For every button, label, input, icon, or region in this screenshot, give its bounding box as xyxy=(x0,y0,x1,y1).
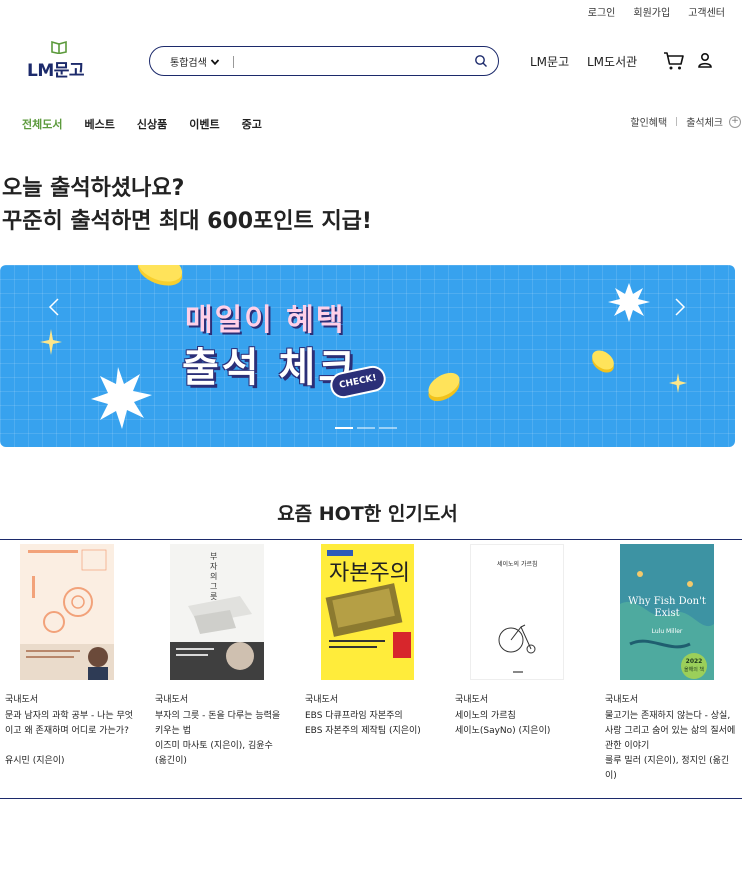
headline-line-1: 오늘 출석하셨나요? xyxy=(2,176,185,201)
book-category: 국내도서 xyxy=(605,695,639,705)
divider xyxy=(0,798,742,799)
cart-icon[interactable] xyxy=(663,51,685,71)
slide-indicators xyxy=(335,427,397,429)
search-category-label: 통합검색 xyxy=(170,58,207,69)
site-logo[interactable]: LM문고 xyxy=(27,40,97,81)
prev-arrow-icon[interactable] xyxy=(44,295,64,319)
user-icon[interactable] xyxy=(697,52,713,68)
page-headline: 오늘 출석하셨나요? 꾸준히 출석하면 최대 600포인트 지급! xyxy=(2,172,372,238)
header-link-lm-library[interactable]: LM도서관 xyxy=(587,53,637,70)
book-author: 세이노(SayNo) (지은이) xyxy=(455,726,551,736)
book-author: 룰루 밀러 (지은이), 정지인 (옮긴이) xyxy=(605,756,730,781)
attendance-check-link[interactable]: 출석체크 xyxy=(686,114,723,129)
sub-nav: 할인혜택 출석체크 + xyxy=(630,114,741,129)
logo-text: LM문고 xyxy=(27,61,85,81)
book-cover-badge: 올해의 책 xyxy=(684,667,704,673)
nav-event[interactable]: 이벤트 xyxy=(189,116,219,132)
divider xyxy=(676,117,678,126)
slide-dot[interactable] xyxy=(357,427,375,429)
next-arrow-icon[interactable] xyxy=(670,295,690,319)
book-author: 이즈미 마사토 (지은이), 김윤수 (옮긴이) xyxy=(155,741,273,766)
search-category-select[interactable]: 통합검색 xyxy=(170,54,220,69)
book-cover[interactable]: 부자의 그릇 xyxy=(170,544,264,680)
book-cover-art xyxy=(20,544,114,680)
divider xyxy=(0,539,742,540)
book-category: 국내도서 xyxy=(155,695,189,705)
nav-best[interactable]: 베스트 xyxy=(84,116,114,132)
banner-illustration xyxy=(40,265,687,429)
discount-benefit-link[interactable]: 할인혜택 xyxy=(630,114,667,129)
customer-center-link[interactable]: 고객센터 xyxy=(688,4,725,19)
book-cover-badge-year: 2022 xyxy=(685,658,703,665)
login-link[interactable]: 로그인 xyxy=(588,4,616,19)
book-cover[interactable]: 세이노의 가르침 xyxy=(470,544,564,680)
book-category: 국내도서 xyxy=(305,695,339,705)
search-bar: 통합검색 xyxy=(149,46,499,76)
nav-new[interactable]: 신상품 xyxy=(137,116,167,132)
slide-dot[interactable] xyxy=(379,427,397,429)
book-cover[interactable]: Why Fish Don't Exist Lulu Miller 2022 올해… xyxy=(620,544,714,680)
category-nav: 전체도서 베스트 신상품 이벤트 중고 xyxy=(22,116,262,132)
section-title: 요즘 HOT한 인기도서 xyxy=(277,503,458,525)
plus-icon[interactable]: + xyxy=(729,115,741,128)
search-input[interactable] xyxy=(238,52,468,70)
book-cover[interactable] xyxy=(20,544,114,680)
book-author: 유시민 (지은이) xyxy=(5,756,65,766)
book-logo-icon xyxy=(51,40,67,54)
book-cover-title: Why Fish Don't Exist xyxy=(628,596,706,619)
book-cover-title: 세이노의 가르침 xyxy=(497,561,538,568)
book-title[interactable]: 물고기는 존재하지 않는다 - 상실, 사랑 그리고 숨어 있는 삶의 질서에 … xyxy=(605,709,737,754)
book-title[interactable]: EBS 다큐프라임 자본주의 xyxy=(305,709,437,724)
utility-links: 로그인 회원가입 고객센터 xyxy=(588,4,725,19)
book-title[interactable]: 문과 남자의 과학 공부 - 나는 무엇이고 왜 존재하며 어디로 가는가? xyxy=(5,709,137,739)
book-category: 국내도서 xyxy=(455,695,489,705)
banner-title-line-1: 매일이 혜택 xyxy=(185,303,346,338)
book-author: EBS 자본주의 제작팀 (지은이) xyxy=(305,726,421,736)
book-title[interactable]: 부자의 그릇 - 돈을 다루는 능력을 키우는 법 xyxy=(155,709,287,739)
slide-dot[interactable] xyxy=(335,427,353,429)
nav-used[interactable]: 중고 xyxy=(242,116,262,132)
book-category: 국내도서 xyxy=(5,695,39,705)
book-cover[interactable]: 자본주의 xyxy=(321,544,414,680)
book-cover-title: 부자의 그릇 xyxy=(210,552,218,601)
search-icon[interactable] xyxy=(474,54,488,68)
header-link-lm-bookstore[interactable]: LM문고 xyxy=(530,53,569,70)
search-divider xyxy=(233,56,234,68)
chevron-down-icon xyxy=(210,58,219,65)
book-cover-author: Lulu Miller xyxy=(651,628,683,635)
nav-all-books[interactable]: 전체도서 xyxy=(22,116,62,132)
headline-line-2: 꾸준히 출석하면 최대 600포인트 지급! xyxy=(2,209,372,234)
signup-link[interactable]: 회원가입 xyxy=(633,4,670,19)
book-title[interactable]: 세이노의 가르침 xyxy=(455,709,587,724)
attendance-banner[interactable]: 매일이 혜택 출석 체크 CHECK! xyxy=(0,265,735,447)
book-cover-title: 자본주의 xyxy=(329,561,410,586)
